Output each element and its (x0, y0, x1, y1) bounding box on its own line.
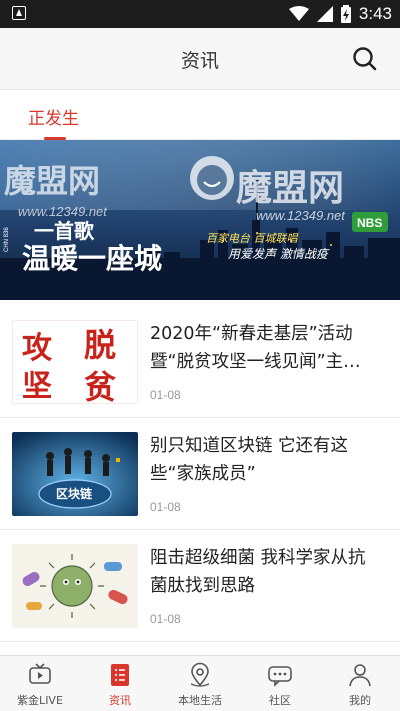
channel-tabs: 正发生 (0, 90, 400, 140)
news-title-1: 2020年“新春走基层”活动暨“脱贫攻坚一线见闻”主… (150, 324, 361, 372)
tv-play-icon (29, 663, 51, 684)
banner-carousel[interactable]: 魔盟网 魔盟网 www.12349.net www.12349.net 一首歌 … (0, 140, 400, 300)
banner-watermark-url-right: www.12349.net (256, 208, 346, 223)
nav-mine[interactable]: 我的 (320, 656, 400, 711)
news-date-1: 01-08 (150, 388, 181, 402)
nav-label-mine: 我的 (349, 694, 371, 707)
news-thumbnail-1: 攻 脱 坚 贫 (12, 320, 138, 404)
page-title: 资讯 (180, 50, 219, 72)
clock: 3:43 (358, 4, 392, 23)
nav-label-zijin-live: 紫金LIVE (17, 694, 63, 707)
news-thumbnail-3 (12, 544, 138, 628)
news-date-3: 01-08 (150, 612, 181, 626)
nav-community[interactable]: 社区 (240, 656, 320, 711)
search-button[interactable] (350, 44, 380, 74)
banner-song-line2: 温暖一座城 (22, 242, 162, 275)
status-bar: 3:43 (0, 0, 400, 28)
banner-song-line1: 一首歌 (34, 219, 95, 243)
search-icon (353, 47, 377, 71)
nav-label-community: 社区 (269, 694, 291, 707)
news-title-2: 别只知道区块链 它还有这些“家族成员” (150, 436, 349, 484)
banner-tagline1: 百家电台 百城联唱 (206, 232, 298, 245)
thumb1-char-3: 坚 (22, 369, 52, 404)
banner-watermark-right: 魔盟网 (236, 168, 344, 209)
wifi-icon (288, 6, 309, 21)
signal-icon (316, 6, 333, 22)
status-indicators: 3:43 (288, 4, 392, 24)
app-header: 资讯 (0, 28, 400, 90)
banner-watermark-url-left: www.12349.net (18, 204, 108, 219)
chat-bubble-icon (268, 666, 292, 687)
news-thumbnail-2: 区块链 (12, 432, 138, 516)
news-list-icon (111, 664, 129, 686)
thumb1-char-4: 贫 (84, 368, 116, 404)
notification-icon (12, 6, 26, 20)
location-pin-icon (190, 662, 210, 687)
news-title-3: 阻击超级细菌 我科学家从抗菌肽找到思路 (150, 548, 366, 596)
news-item-1[interactable]: 攻 脱 坚 贫 2020年“新春走基层”活动暨“脱贫攻坚一线见闻”主… 01-0… (0, 308, 400, 418)
nav-news[interactable]: 资讯 (80, 656, 160, 711)
thumb2-caption: 区块链 (56, 486, 93, 501)
battery-icon (340, 5, 351, 23)
banner-watermark-left: 魔盟网 (4, 162, 100, 200)
nav-label-local-life: 本地生活 (178, 694, 222, 707)
banner-tagline2: 用爱发声 激情战疫 (228, 247, 330, 261)
thumb1-char-1: 攻 (22, 331, 53, 366)
banner-image: 魔盟网 魔盟网 www.12349.net www.12349.net 一首歌 … (0, 140, 400, 300)
bottom-navigation: 紫金LIVE 资讯 本地生活 社区 我的 (0, 655, 400, 711)
nav-local-life[interactable]: 本地生活 (160, 656, 240, 711)
banner-badge: NBS (357, 216, 382, 230)
tab-zhengfasheng[interactable]: 正发生 (28, 104, 79, 129)
person-icon (349, 664, 371, 687)
thumb1-char-2: 脱 (84, 326, 116, 364)
nav-label-news: 资讯 (109, 694, 131, 707)
news-item-2[interactable]: 区块链 别只知道区块链 它还有这些“家族成员” 01-08 (0, 420, 400, 530)
nav-zijin-live[interactable]: 紫金LIVE (0, 656, 80, 711)
news-item-3[interactable]: 阻击超级细菌 我科学家从抗菌肽找到思路 01-08 (0, 532, 400, 642)
news-date-2: 01-08 (150, 500, 181, 514)
banner-side-text: CHN 836 (4, 227, 10, 252)
